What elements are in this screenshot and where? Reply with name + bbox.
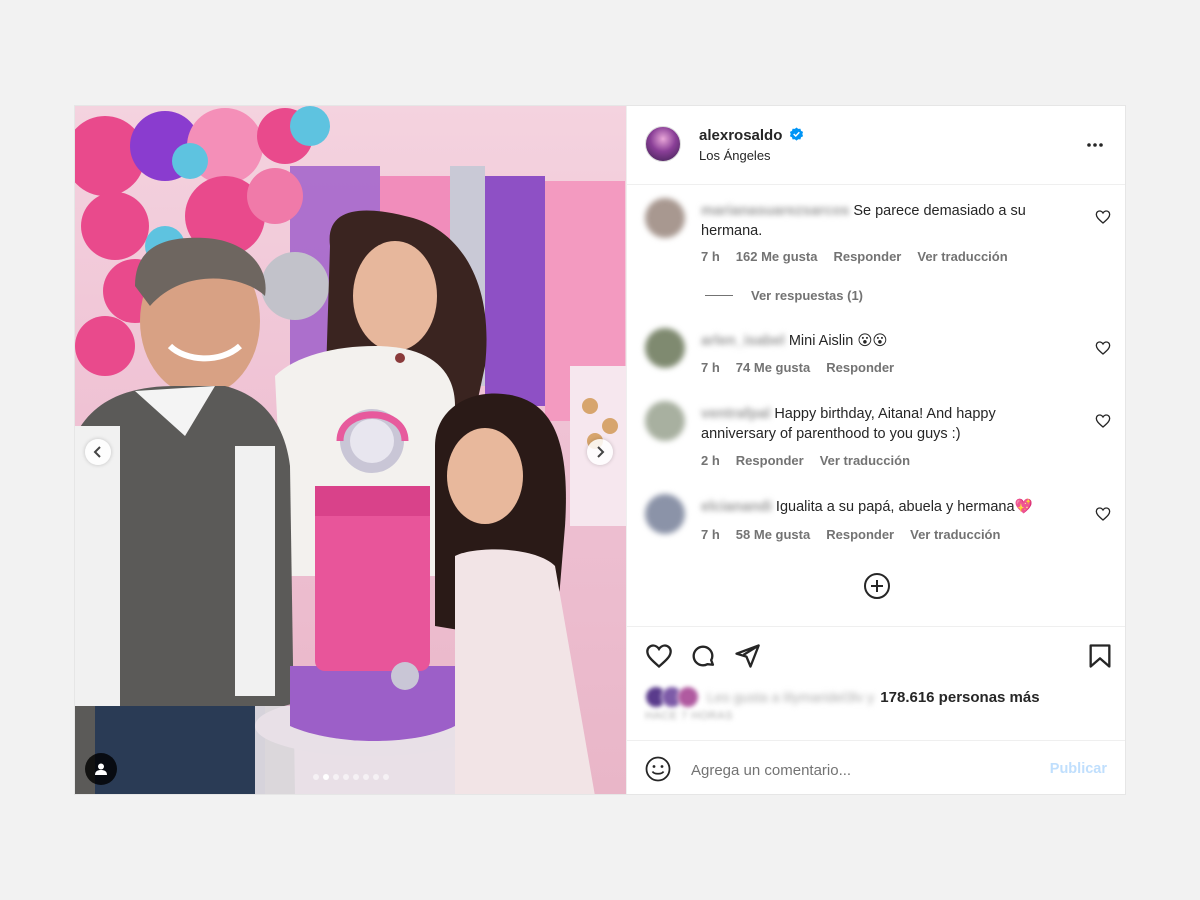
- emoji-icon[interactable]: [645, 756, 671, 782]
- translate-button[interactable]: Ver traducción: [910, 527, 1000, 542]
- carousel-dot: [342, 774, 349, 780]
- commenter-avatar[interactable]: [645, 328, 685, 368]
- commenter-username[interactable]: marianasuarezsarcos: [701, 203, 849, 219]
- comment-body: elcianandi Igualita a su papá, abuela y h…: [701, 497, 1061, 517]
- post-header: alexrosaldo Los Ángeles: [627, 106, 1125, 185]
- carousel-dot: [362, 774, 369, 780]
- comment-icon[interactable]: [689, 642, 717, 670]
- more-options-icon[interactable]: [1085, 135, 1105, 155]
- heart-icon[interactable]: [1095, 340, 1111, 356]
- actions-divider: [627, 626, 1125, 627]
- reply-button[interactable]: Responder: [833, 249, 901, 264]
- instagram-post: alexrosaldo Los Ángeles marianasuarezsar…: [74, 105, 1126, 795]
- comment-time: 7 h: [701, 527, 720, 542]
- chevron-right-icon: [597, 446, 605, 458]
- verified-badge-icon: [789, 127, 804, 141]
- tagged-users-button[interactable]: [85, 753, 117, 785]
- likes-blurred-text: Les gusta a lilymaridel3lv y: [707, 689, 875, 705]
- heart-icon[interactable]: [1095, 413, 1111, 429]
- carousel-dot: [372, 774, 379, 780]
- carousel-dot: [322, 774, 329, 780]
- comment-composer: Publicar: [627, 740, 1125, 797]
- comment-meta: 2 h Responder Ver traducción: [701, 453, 910, 468]
- comment-meta: 7 h 58 Me gusta Responder Ver traducción: [701, 527, 1000, 542]
- share-icon[interactable]: [733, 642, 761, 670]
- post-date: HACE 7 HORAS: [645, 710, 733, 722]
- comment-text: Igualita a su papá, abuela y hermana💖: [775, 499, 1033, 515]
- reply-button[interactable]: Responder: [826, 360, 894, 375]
- reply-button[interactable]: Responder: [736, 453, 804, 468]
- comment-time: 7 h: [701, 360, 720, 375]
- replies-line: [705, 295, 733, 296]
- carousel-dot: [332, 774, 339, 780]
- comment-body: marianasuarezsarcos Se parece demasiado a…: [701, 201, 1061, 241]
- carousel-next-button[interactable]: [587, 439, 613, 465]
- liker-avatar: [677, 686, 699, 708]
- translate-button[interactable]: Ver traducción: [917, 249, 1007, 264]
- heart-icon[interactable]: [1095, 506, 1111, 522]
- post-location[interactable]: Los Ángeles: [699, 148, 771, 163]
- comment-likes[interactable]: 74 Me gusta: [736, 360, 810, 375]
- comment-likes[interactable]: 58 Me gusta: [736, 527, 810, 542]
- carousel-dot: [312, 774, 319, 780]
- comment-time: 2 h: [701, 453, 720, 468]
- post-sidebar: alexrosaldo Los Ángeles marianasuarezsar…: [626, 106, 1125, 794]
- likers-avatars: [645, 686, 699, 708]
- carousel-dot: [352, 774, 359, 780]
- post-photo[interactable]: [75, 106, 626, 794]
- comment-time: 7 h: [701, 249, 720, 264]
- view-replies-label: Ver respuestas (1): [751, 288, 864, 303]
- comment-text: Mini Aislin 😮😮: [788, 333, 888, 349]
- chevron-left-icon: [93, 446, 101, 458]
- comment-meta: 7 h 162 Me gusta Responder Ver traducció…: [701, 249, 1008, 264]
- likes-count[interactable]: 178.616 personas más: [880, 689, 1039, 706]
- commenter-avatar[interactable]: [645, 401, 685, 441]
- commenter-avatar[interactable]: [645, 198, 685, 238]
- comment-input[interactable]: [689, 755, 1033, 785]
- commenter-username[interactable]: elcianandi: [701, 499, 772, 515]
- carousel-dot: [382, 774, 389, 780]
- comment-meta: 7 h 74 Me gusta Responder: [701, 360, 894, 375]
- plus-circle-icon[interactable]: [863, 572, 891, 600]
- heart-icon[interactable]: [645, 642, 673, 670]
- comment-body: arlen_isabel Mini Aislin 😮😮: [701, 331, 1061, 351]
- author-avatar[interactable]: [645, 126, 681, 162]
- reply-button[interactable]: Responder: [826, 527, 894, 542]
- bookmark-icon[interactable]: [1086, 642, 1114, 670]
- heart-icon[interactable]: [1095, 209, 1111, 225]
- comment-body: ventrafpal Happy birthday, Aitana! And ha…: [701, 404, 1061, 444]
- likes-summary[interactable]: Les gusta a lilymaridel3lv y 178.616 per…: [645, 686, 1040, 708]
- comment-likes[interactable]: 162 Me gusta: [736, 249, 818, 264]
- carousel-prev-button[interactable]: [85, 439, 111, 465]
- commenter-username[interactable]: ventrafpal: [701, 406, 770, 422]
- carousel-indicator: [75, 774, 626, 780]
- view-replies-button[interactable]: Ver respuestas (1): [705, 288, 863, 303]
- commenter-username[interactable]: arlen_isabel: [701, 333, 785, 349]
- publish-button[interactable]: Publicar: [1050, 761, 1107, 777]
- author-username[interactable]: alexrosaldo: [699, 127, 782, 144]
- party-photo-illustration: [75, 106, 626, 794]
- commenter-avatar[interactable]: [645, 494, 685, 534]
- translate-button[interactable]: Ver traducción: [820, 453, 910, 468]
